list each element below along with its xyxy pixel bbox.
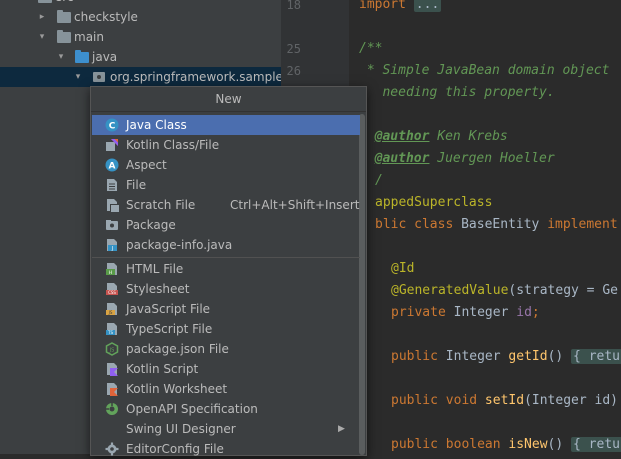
tree-item-package[interactable]: ▾ org.springframework.samples.pe [0, 67, 308, 87]
menu-item-package[interactable]: Package [92, 215, 360, 235]
new-popup-menu: New C Java Class Kotlin Class/File A Asp… [90, 86, 367, 456]
code-line: /** [359, 41, 383, 56]
menu-item-kotlin-worksheet[interactable]: Kotlin Worksheet [92, 379, 360, 399]
line-number: 25 [286, 42, 301, 56]
line-number: 26 [286, 64, 301, 78]
package-icon [93, 72, 105, 82]
code-line: @GeneratedValue(strategy = Ge [391, 283, 618, 298]
code-line: @author Ken Krebs [374, 129, 508, 144]
svg-text:H: H [109, 270, 112, 276]
svg-text:JS: JS [109, 348, 115, 354]
menu-item-typescript-file[interactable]: TS TypeScript File [92, 319, 360, 339]
code-line: / [375, 173, 383, 188]
openapi-icon [106, 403, 118, 415]
package-icon [106, 220, 118, 230]
source-folder-icon [75, 50, 89, 63]
menu-item-java-class[interactable]: C Java Class [92, 115, 360, 135]
svg-text:C: C [109, 122, 116, 132]
svg-text:CSS: CSS [108, 290, 116, 295]
code-line: public boolean isNew() { retu [391, 437, 621, 452]
java-file-icon: J [107, 239, 117, 252]
code-line: needing this property. [359, 85, 555, 100]
svg-text:J: J [111, 246, 113, 252]
menu-item-javascript-file[interactable]: JS JavaScript File [92, 299, 360, 319]
code-line: public Integer getId() { retu [391, 349, 621, 364]
svg-text:A: A [109, 162, 116, 172]
folder-icon [38, 0, 52, 3]
svg-text:JS: JS [108, 310, 113, 315]
menu-separator [92, 257, 360, 258]
menu-item-scratch-file[interactable]: Scratch File Ctrl+Alt+Shift+Insert [92, 195, 360, 215]
kotlin-class-icon [106, 139, 118, 151]
menu-item-package-json[interactable]: JS package.json File [92, 339, 360, 359]
menu-item-file[interactable]: File [92, 175, 360, 195]
javascript-file-icon: JS [106, 303, 117, 315]
popup-title: New [91, 87, 366, 112]
chevron-down-icon[interactable]: ▾ [56, 47, 66, 67]
submenu-arrow-icon: ▶ [338, 424, 345, 434]
menu-item-package-info[interactable]: J package-info.java [92, 235, 360, 255]
code-line: appedSuperclass [375, 195, 493, 210]
code-line: import ... [359, 0, 442, 16]
folder-icon [57, 10, 71, 23]
code-line: private Integer id; [391, 305, 540, 320]
scratch-file-icon [107, 199, 119, 212]
menu-item-editorconfig[interactable]: EditorConfig File [92, 439, 360, 459]
chevron-down-icon[interactable]: ▾ [37, 27, 47, 47]
code-line: blic class BaseEntity implement [375, 217, 618, 232]
kotlin-script-icon [107, 363, 118, 376]
typescript-file-icon: TS [106, 323, 117, 335]
menu-item-openapi[interactable]: OpenAPI Specification [92, 399, 360, 419]
nodejs-icon: JS [105, 342, 119, 356]
menu-item-swing-ui-designer[interactable]: Swing UI Designer ▶ [92, 419, 360, 439]
html-file-icon: H [106, 263, 117, 276]
tree-item-java[interactable]: ▾ java [0, 47, 281, 67]
chevron-down-icon[interactable]: ▾ [26, 0, 36, 7]
svg-text:TS: TS [107, 330, 113, 335]
folder-icon [57, 30, 71, 43]
folded-imports[interactable]: ... [413, 0, 442, 12]
code-line: public void setId(Integer id) [391, 393, 618, 408]
java-class-icon: C [105, 118, 119, 132]
code-line: @Id [391, 261, 415, 276]
menu-item-kotlin-class[interactable]: Kotlin Class/File [92, 135, 360, 155]
code-line: @author Juergen Hoeller [374, 151, 555, 166]
file-icon [107, 179, 117, 191]
menu-item-aspect[interactable]: A Aspect [92, 155, 360, 175]
line-number: 18 [286, 0, 301, 12]
tree-item-src[interactable]: ▾ src [0, 0, 281, 7]
chevron-down-icon[interactable]: ▾ [73, 67, 83, 87]
code-editor[interactable]: import ... /** * Simple JavaBean domain … [349, 0, 621, 454]
kotlin-worksheet-icon [107, 383, 118, 396]
menu-item-html-file[interactable]: H HTML File [92, 259, 360, 279]
tree-item-main[interactable]: ▾ main [0, 27, 281, 47]
css-file-icon: CSS [106, 283, 118, 295]
chevron-right-icon[interactable]: ▸ [37, 7, 47, 27]
menu-item-kotlin-script[interactable]: Kotlin Script [92, 359, 360, 379]
aspect-icon: A [105, 158, 119, 172]
code-line: * Simple JavaBean domain object [359, 63, 610, 78]
menu-item-stylesheet[interactable]: CSS Stylesheet [92, 279, 360, 299]
tree-item-checkstyle[interactable]: ▸ checkstyle [0, 7, 281, 27]
